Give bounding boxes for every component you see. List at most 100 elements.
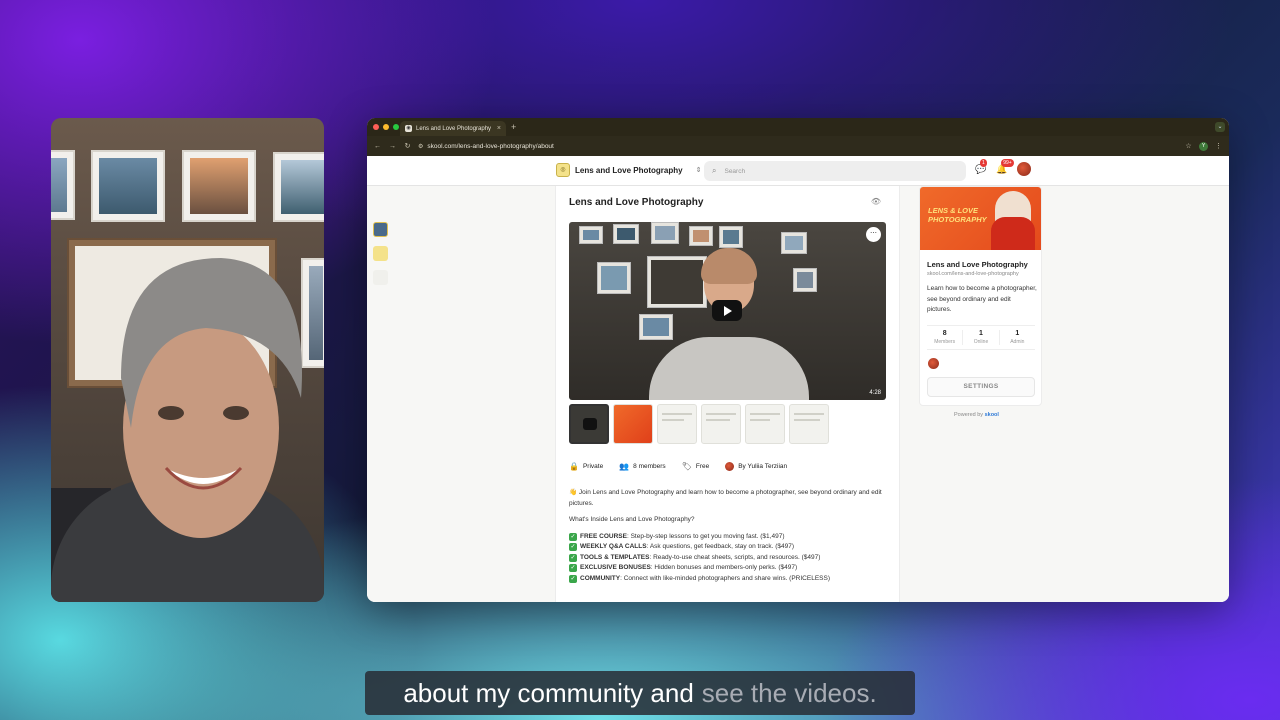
- subtitle-caption: about my community and see the videos.: [365, 671, 915, 715]
- feature-item: ✓ EXCLUSIVE BONUSES: Hidden bonuses and m…: [569, 564, 798, 572]
- privacy-label: Private: [582, 463, 604, 470]
- tab-bar: ◉ Lens and Love Photography × + ⌄: [367, 118, 1229, 136]
- check-icon: ✓: [569, 574, 577, 583]
- profile-avatar[interactable]: Y: [1199, 141, 1208, 151]
- member-avatar[interactable]: [928, 358, 939, 369]
- browser-tab[interactable]: ◉ Lens and Love Photography ×: [400, 121, 506, 136]
- price-info: 🏷 Free: [682, 462, 710, 471]
- chevron-updown-icon: ⇕: [695, 167, 702, 174]
- feature-item: ✓ FREE COURSE: Step-by-step lessons to ge…: [569, 532, 785, 541]
- notifications-button[interactable]: 🔔 99+: [996, 158, 1014, 175]
- group-name: Lens and Love Photography: [927, 260, 1028, 269]
- caption-spoken: about my community and: [403, 677, 694, 708]
- check-icon: ✓: [569, 564, 577, 572]
- video-wall-photo: [639, 314, 673, 340]
- whats-inside-heading: What's Inside Lens and Love Photography?: [569, 516, 695, 523]
- back-icon[interactable]: ←: [373, 143, 382, 150]
- group-list: [373, 222, 388, 285]
- media-thumbnails: [569, 404, 829, 444]
- address-bar: ← → ↻ ⚙ skool.com/lens-and-love-photogra…: [367, 136, 1229, 156]
- author-info[interactable]: By Yuliia Terziian: [725, 462, 787, 471]
- check-icon: ✓: [569, 543, 577, 551]
- cover-person-body: [991, 217, 1035, 250]
- maximize-window-button[interactable]: [393, 124, 399, 130]
- video-wall-photo: [781, 232, 807, 254]
- chat-badge: 1: [980, 158, 987, 167]
- media-thumb[interactable]: [745, 404, 785, 444]
- chat-button[interactable]: 💬 1: [975, 158, 987, 175]
- video-player[interactable]: ⋯ 4:28: [569, 222, 886, 400]
- cover-text: LENS & LOVE PHOTOGRAPHY: [928, 206, 987, 224]
- tab-search-icon[interactable]: ⌄: [1215, 122, 1225, 132]
- video-wall-photo: [689, 226, 713, 246]
- more-options-icon[interactable]: ⋯: [866, 227, 881, 242]
- members-info[interactable]: 👥 8 members: [619, 462, 665, 471]
- feature-item: ✓ COMMUNITY: Connect with like-minded pho…: [569, 574, 831, 583]
- group-description: 👋 Join Lens and Love Photography and lea…: [569, 488, 889, 584]
- video-person-body: [649, 337, 809, 400]
- media-thumb[interactable]: [657, 404, 697, 444]
- search-input[interactable]: ⌕ Search: [704, 161, 966, 181]
- people-icon: 👥: [619, 462, 630, 471]
- stat-online[interactable]: 1 Online: [963, 330, 1000, 345]
- tab-title: Lens and Love Photography: [416, 125, 492, 132]
- settings-button[interactable]: SETTINGS: [927, 377, 1035, 397]
- tab-favicon-icon: ◉: [405, 125, 412, 132]
- feature-item: ✓ WEEKLY Q&A CALLS: Ask questions, get fe…: [569, 543, 794, 551]
- person-figure: [121, 258, 302, 538]
- reload-icon[interactable]: ↻: [403, 142, 412, 150]
- members-label: 8 members: [633, 463, 666, 470]
- search-placeholder: Search: [724, 167, 746, 175]
- group-logo-icon: ◎: [556, 163, 570, 177]
- skool-page: ◎ Lens and Love Photography ⇕ ⌕ Search 💬…: [367, 156, 1229, 602]
- group-url: skool.com/lens-and-love-photography: [927, 271, 1019, 277]
- wall-photo: [182, 150, 256, 222]
- stat-members[interactable]: 8 Members: [927, 330, 964, 345]
- group-summary: Learn how to become a photographer, see …: [927, 285, 1037, 313]
- wall-photo: [51, 150, 75, 220]
- media-thumb[interactable]: [701, 404, 741, 444]
- group-cover-image: LENS & LOVE PHOTOGRAPHY: [920, 187, 1041, 250]
- page-title: Lens and Love Photography: [569, 197, 704, 208]
- group-sidebar-card: LENS & LOVE PHOTOGRAPHY Lens and Love Ph…: [919, 186, 1042, 406]
- video-wall-photo: [793, 268, 817, 292]
- bookmark-star-icon[interactable]: ☆: [1184, 142, 1193, 150]
- stat-admin[interactable]: 1 Admin: [1000, 330, 1035, 345]
- media-thumb[interactable]: [789, 404, 829, 444]
- about-card: Lens and Love Photography 👁 ⋯ 4:28 🔒 Pri…: [555, 186, 900, 602]
- group-thumb[interactable]: [373, 270, 388, 285]
- new-tab-button[interactable]: +: [511, 122, 516, 132]
- search-icon: ⌕: [712, 166, 717, 175]
- close-window-button[interactable]: [373, 124, 379, 130]
- powered-by[interactable]: Powered by skool: [954, 412, 999, 418]
- group-thumb[interactable]: [373, 246, 388, 261]
- play-button[interactable]: [712, 300, 742, 321]
- wall-photo: [91, 150, 165, 222]
- top-nav: ◎ Lens and Love Photography ⇕ ⌕ Search 💬…: [367, 156, 1229, 186]
- video-duration: 4:28: [869, 390, 881, 396]
- tab-close-icon[interactable]: ×: [497, 125, 501, 132]
- group-name: Lens and Love Photography: [575, 165, 683, 175]
- skool-logo: skool: [984, 412, 999, 418]
- eye-icon[interactable]: 👁: [871, 197, 881, 206]
- media-thumb-video[interactable]: [569, 404, 609, 444]
- site-info-icon[interactable]: ⚙: [418, 143, 423, 150]
- media-thumb-cover[interactable]: [613, 404, 653, 444]
- video-wall-photo: [647, 256, 707, 308]
- url-field[interactable]: ⚙ skool.com/lens-and-love-photography/ab…: [418, 143, 1178, 150]
- video-wall-photo: [613, 224, 639, 244]
- group-thumb[interactable]: [373, 222, 388, 237]
- forward-icon[interactable]: →: [388, 143, 397, 150]
- lock-icon: 🔒: [569, 462, 579, 471]
- user-avatar[interactable]: [1017, 162, 1032, 176]
- tag-icon: 🏷: [681, 462, 692, 471]
- privacy-info: 🔒 Private: [569, 462, 603, 471]
- video-wall-photo: [579, 226, 603, 244]
- minimize-window-button[interactable]: [383, 124, 389, 130]
- browser-menu-icon[interactable]: ⋮: [1214, 142, 1223, 150]
- group-stats: 8 Members 1 Online 1 Admin: [927, 325, 1035, 350]
- video-wall-photo: [719, 226, 743, 248]
- window-controls: [373, 124, 399, 130]
- wall-photo: [273, 152, 324, 222]
- group-switcher[interactable]: ◎ Lens and Love Photography ⇕: [556, 163, 701, 177]
